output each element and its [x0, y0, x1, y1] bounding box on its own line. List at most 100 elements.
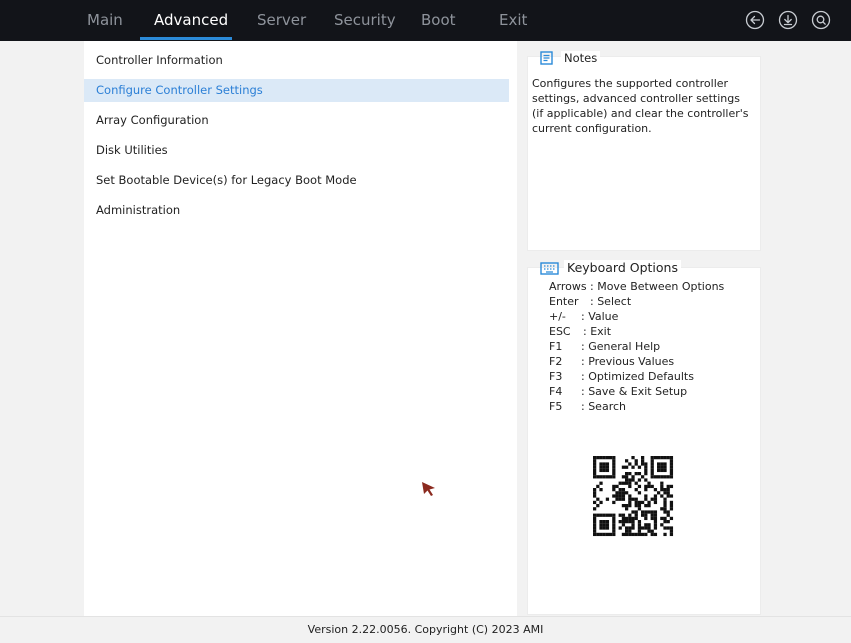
tab-boot[interactable]: Boot: [421, 0, 456, 41]
qr-module: [625, 532, 629, 537]
qr-module: [669, 526, 674, 530]
qr-module: [621, 465, 626, 469]
qr-module: [618, 488, 622, 492]
qr-module: [669, 459, 674, 463]
mouse-cursor-icon: [422, 482, 435, 496]
qr-module: [596, 497, 600, 501]
qr-module: [644, 504, 648, 508]
qr-module: [631, 456, 635, 460]
qr-module: [663, 500, 667, 505]
menu-item-configure-controller-settings[interactable]: Configure Controller Settings: [84, 79, 509, 102]
qr-module: [634, 488, 638, 492]
qr-module: [669, 456, 674, 460]
qr-module: [621, 516, 626, 521]
qr-module: [669, 504, 674, 508]
qr-module: [609, 513, 613, 517]
keyboard-icon: [540, 262, 559, 275]
menu-item-disk-utilities[interactable]: Disk Utilities: [84, 139, 509, 162]
qr-module: [663, 468, 667, 473]
qr-module: [663, 526, 667, 530]
qr-module: [647, 481, 651, 485]
qr-module: [631, 475, 635, 479]
qr-module: [631, 532, 635, 537]
qr-module: [593, 465, 597, 469]
qr-module: [666, 520, 670, 524]
qr-module: [634, 504, 638, 508]
menu-item-set-bootable-devices[interactable]: Set Bootable Device(s) for Legacy Boot M…: [84, 169, 509, 192]
tab-advanced[interactable]: Advanced: [154, 0, 228, 41]
tab-exit[interactable]: Exit: [499, 0, 527, 41]
qr-module: [631, 516, 635, 521]
qr-module: [663, 532, 667, 537]
back-icon[interactable]: [745, 10, 765, 30]
qr-module: [621, 488, 626, 492]
qr-module: [621, 532, 626, 537]
keyboard-desc: : Save & Exit Setup: [581, 385, 688, 398]
qr-module: [653, 475, 658, 479]
qr-module: [634, 497, 638, 501]
qr-module: [666, 494, 670, 498]
qr-module: [644, 532, 648, 537]
keyboard-key: F3: [549, 370, 563, 383]
qr-module: [621, 523, 626, 527]
tab-security[interactable]: Security: [334, 0, 396, 41]
qr-module: [653, 456, 658, 460]
tab-main[interactable]: Main: [87, 0, 123, 41]
qr-module: [605, 513, 610, 517]
qr-module: [628, 526, 632, 530]
qr-module: [612, 523, 616, 527]
qr-module: [621, 504, 626, 508]
tab-server[interactable]: Server: [257, 0, 306, 41]
qr-module: [612, 494, 616, 498]
keyboard-desc: : General Help: [581, 340, 661, 353]
qr-module: [637, 526, 642, 530]
download-icon[interactable]: [778, 10, 798, 30]
qr-module: [596, 484, 600, 489]
qr-module: [637, 465, 642, 469]
qr-module: [618, 494, 622, 498]
qr-module: [650, 484, 654, 489]
qr-module: [666, 484, 670, 489]
qr-module: [599, 468, 603, 473]
qr-module: [647, 510, 651, 514]
qr-module: [660, 516, 664, 521]
qr-module: [599, 520, 603, 524]
keyboard-desc: : Exit: [583, 325, 612, 338]
search-icon[interactable]: [811, 10, 831, 30]
menu-item-administration[interactable]: Administration: [84, 199, 509, 222]
qr-module: [593, 523, 597, 527]
menu-item-array-configuration[interactable]: Array Configuration: [84, 109, 509, 132]
qr-module: [625, 491, 629, 495]
qr-module: [660, 465, 664, 469]
keyboard-key: F5: [549, 400, 563, 413]
qr-module: [666, 456, 670, 460]
qr-module: [653, 513, 658, 517]
qr-module: [631, 510, 635, 514]
qr-module: [644, 472, 648, 476]
qr-module: [644, 516, 648, 521]
qr-module: [625, 516, 629, 521]
qr-module: [669, 500, 674, 505]
qr-module: [650, 510, 654, 514]
qr-module: [625, 481, 629, 485]
qr-module: [605, 497, 610, 501]
qr-module: [637, 484, 642, 489]
qr-module: [647, 526, 651, 530]
settings-menu-panel: Controller Information Configure Control…: [84, 41, 517, 616]
qr-module: [612, 475, 616, 479]
qr-module: [599, 488, 603, 492]
menu-item-controller-information[interactable]: Controller Information: [84, 49, 509, 72]
qr-module: [650, 475, 654, 479]
qr-module: [621, 494, 626, 498]
keyboard-desc: : Value: [581, 310, 619, 323]
qr-module: [621, 497, 626, 501]
qr-module: [637, 507, 642, 511]
top-menu-bar: Main Advanced Server Security Boot Exit: [0, 0, 851, 41]
keyboard-key: F4: [549, 385, 563, 398]
qr-module: [663, 475, 667, 479]
qr-module: [628, 497, 632, 501]
keyboard-desc: : Search: [581, 400, 626, 413]
qr-module: [634, 462, 638, 466]
qr-module: [663, 462, 667, 466]
version-footer: Version 2.22.0056. Copyright (C) 2023 AM…: [0, 616, 851, 643]
